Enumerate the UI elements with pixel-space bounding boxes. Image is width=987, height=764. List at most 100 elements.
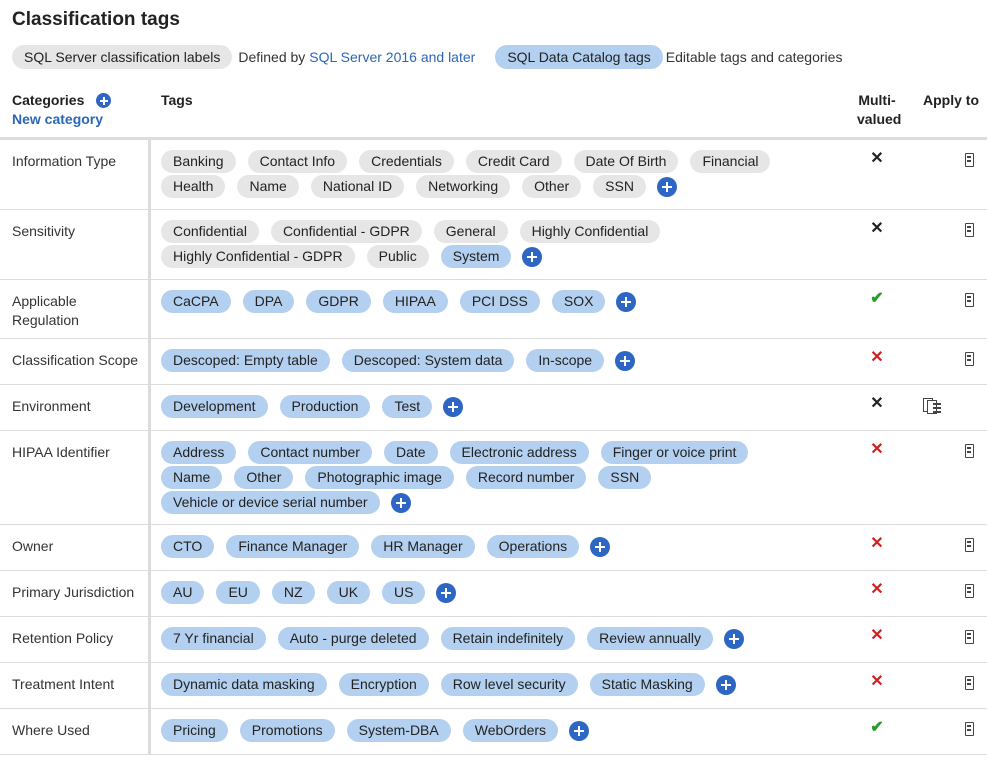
category-name[interactable]: Treatment Intent — [12, 675, 142, 694]
tag-chip[interactable]: Review annually — [587, 627, 714, 650]
tag-chip[interactable]: Photographic image — [305, 466, 454, 489]
category-name[interactable]: Environment — [12, 397, 142, 416]
new-category-link[interactable]: New category — [12, 110, 103, 129]
tag-chip[interactable]: Record number — [465, 466, 587, 489]
tag-chip[interactable]: SSN — [593, 175, 646, 198]
tag-chip[interactable]: CTO — [161, 535, 215, 558]
tag-chip[interactable]: Auto - purge deleted — [277, 627, 429, 650]
add-tag-icon[interactable] — [390, 492, 411, 513]
apply-to-column-icon — [965, 352, 974, 366]
tag-chip[interactable]: Retain indefinitely — [440, 627, 576, 650]
tag-chip[interactable]: Finance Manager — [226, 535, 360, 558]
add-tag-icon[interactable] — [615, 350, 636, 371]
add-tag-icon[interactable] — [443, 396, 464, 417]
tag-chip[interactable]: Finger or voice print — [600, 441, 749, 464]
tag-chip[interactable]: Descoped: Empty table — [161, 349, 330, 372]
tag-chip[interactable]: Confidential - GDPR — [270, 220, 422, 243]
tag-chip[interactable]: Name — [161, 466, 223, 489]
category-name[interactable]: Classification Scope — [12, 351, 142, 370]
tag-chip[interactable]: UK — [326, 581, 371, 604]
tag-chip[interactable]: SOX — [551, 290, 606, 313]
tag-chip[interactable]: NZ — [271, 581, 315, 604]
add-tag-icon[interactable] — [522, 246, 543, 267]
apply-to-column-icon — [965, 676, 974, 690]
tag-chip[interactable]: Row level security — [440, 673, 578, 696]
apply-to-header: Apply to — [923, 92, 979, 108]
tag-chip[interactable]: HR Manager — [371, 535, 475, 558]
category-name[interactable]: Applicable Regulation — [12, 292, 142, 330]
tag-chip[interactable]: Production — [279, 395, 371, 418]
tag-chip[interactable]: General — [433, 220, 508, 243]
tag-chip[interactable]: National ID — [310, 175, 405, 198]
add-tag-icon[interactable] — [616, 291, 637, 312]
tag-chip[interactable]: Encryption — [338, 673, 429, 696]
tag-chip[interactable]: Address — [161, 441, 237, 464]
tag-chip[interactable]: Development — [161, 395, 268, 418]
tag-list: Pricing Promotions System-DBA WebOrders — [161, 719, 791, 742]
tag-chip[interactable]: Operations — [486, 535, 580, 558]
apply-to-column-icon — [965, 153, 974, 167]
add-tag-icon[interactable] — [569, 720, 590, 741]
tag-chip[interactable]: Credit Card — [465, 150, 562, 173]
tag-chip[interactable]: Promotions — [239, 719, 335, 742]
tag-chip[interactable]: SSN — [598, 466, 652, 489]
category-name[interactable]: Primary Jurisdiction — [12, 583, 142, 602]
category-name[interactable]: Sensitivity — [12, 222, 142, 241]
tag-chip[interactable]: Other — [522, 175, 582, 198]
add-tag-icon[interactable] — [656, 176, 677, 197]
sql-server-version-link[interactable]: SQL Server 2016 and later — [309, 49, 475, 65]
tag-chip[interactable]: WebOrders — [462, 719, 559, 742]
tag-chip[interactable]: In-scope — [526, 349, 605, 372]
apply-to-column-icon — [965, 538, 974, 552]
tag-chip[interactable]: PCI DSS — [459, 290, 540, 313]
tag-list: 7 Yr financial Auto - purge deleted Retain… — [161, 627, 791, 650]
single-valued-x-icon: ✕ — [870, 627, 884, 644]
tag-chip[interactable]: Date — [383, 441, 438, 464]
tag-chip[interactable]: Networking — [416, 175, 511, 198]
tag-list: Dynamic data masking Encryption Row level … — [161, 673, 791, 696]
tag-chip[interactable]: US — [382, 581, 426, 604]
tag-chip[interactable]: DPA — [242, 290, 295, 313]
tag-chip[interactable]: Contact number — [248, 441, 372, 464]
tag-chip[interactable]: Electronic address — [449, 441, 589, 464]
category-name[interactable]: HIPAA Identifier — [12, 443, 142, 462]
tag-chip[interactable]: Dynamic data masking — [161, 673, 327, 696]
single-valued-x-icon: ✕ — [870, 150, 884, 167]
tag-chip[interactable]: Date Of Birth — [573, 150, 679, 173]
tag-chip[interactable]: Name — [237, 175, 299, 198]
tag-chip[interactable]: Contact Info — [247, 150, 348, 173]
add-tag-icon[interactable] — [436, 582, 457, 603]
tag-chip[interactable]: Public — [366, 245, 429, 268]
category-name[interactable]: Retention Policy — [12, 629, 142, 648]
tag-chip[interactable]: Health — [161, 175, 226, 198]
tag-chip[interactable]: HIPAA — [382, 290, 448, 313]
tag-chip[interactable]: Descoped: System data — [341, 349, 515, 372]
tag-chip[interactable]: Test — [382, 395, 433, 418]
category-row: Retention Policy 7 Yr financial Auto - pur… — [0, 617, 987, 663]
tag-chip[interactable]: Financial — [690, 150, 771, 173]
add-tag-icon[interactable] — [590, 536, 611, 557]
category-name[interactable]: Information Type — [12, 152, 142, 171]
category-name[interactable]: Owner — [12, 537, 142, 556]
tag-chip[interactable]: CaCPA — [161, 290, 231, 313]
tag-chip[interactable]: EU — [216, 581, 260, 604]
add-tag-icon[interactable] — [724, 628, 745, 649]
tag-chip[interactable]: Vehicle or device serial number — [161, 491, 380, 514]
tag-chip[interactable]: 7 Yr financial — [161, 627, 266, 650]
tag-chip[interactable]: Confidential — [161, 220, 259, 243]
tag-chip[interactable]: GDPR — [306, 290, 371, 313]
tag-chip[interactable]: Pricing — [161, 719, 228, 742]
add-category-icon[interactable] — [96, 93, 112, 108]
tag-chip[interactable]: Credentials — [359, 150, 454, 173]
tag-chip[interactable]: Banking — [161, 150, 236, 173]
tag-chip[interactable]: Static Masking — [589, 673, 705, 696]
tag-chip[interactable]: Highly Confidential - GDPR — [161, 245, 355, 268]
tag-chip[interactable]: AU — [161, 581, 205, 604]
category-row: Owner CTO Finance Manager HR Manager Operati… — [0, 525, 987, 571]
tag-chip[interactable]: Highly Confidential — [519, 220, 661, 243]
category-name[interactable]: Where Used — [12, 721, 142, 740]
tag-chip[interactable]: System-DBA — [346, 719, 451, 742]
tag-chip[interactable]: Other — [234, 466, 294, 489]
add-tag-icon[interactable] — [715, 674, 736, 695]
tag-chip[interactable]: System — [440, 245, 512, 268]
